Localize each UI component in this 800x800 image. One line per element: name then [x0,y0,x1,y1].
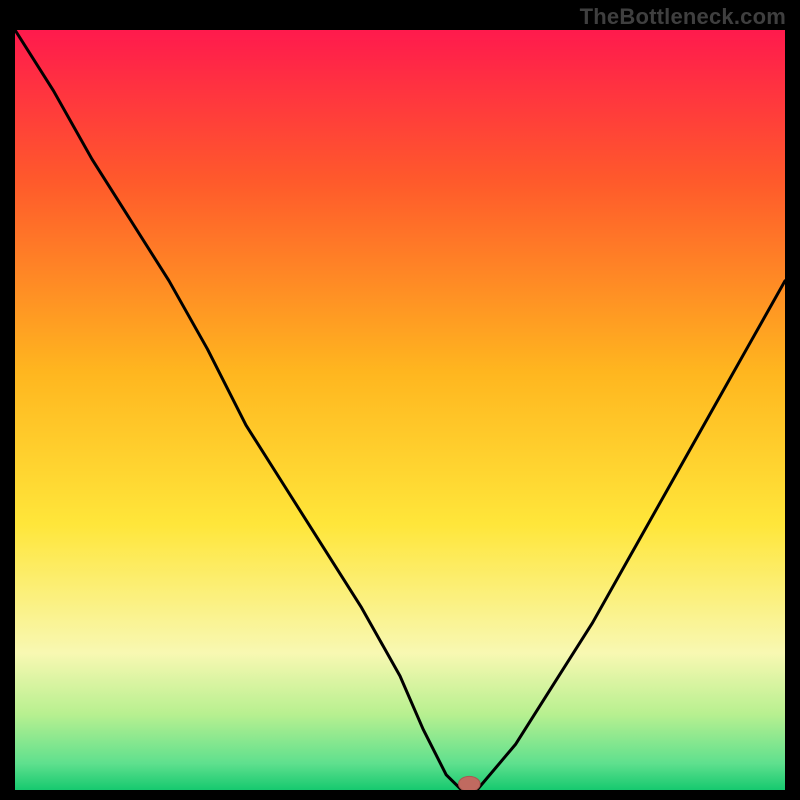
plot-area [15,30,785,790]
watermark-label: TheBottleneck.com [580,4,786,30]
chart-frame: TheBottleneck.com [0,0,800,800]
chart-svg [15,30,785,790]
minimum-marker [459,776,481,790]
